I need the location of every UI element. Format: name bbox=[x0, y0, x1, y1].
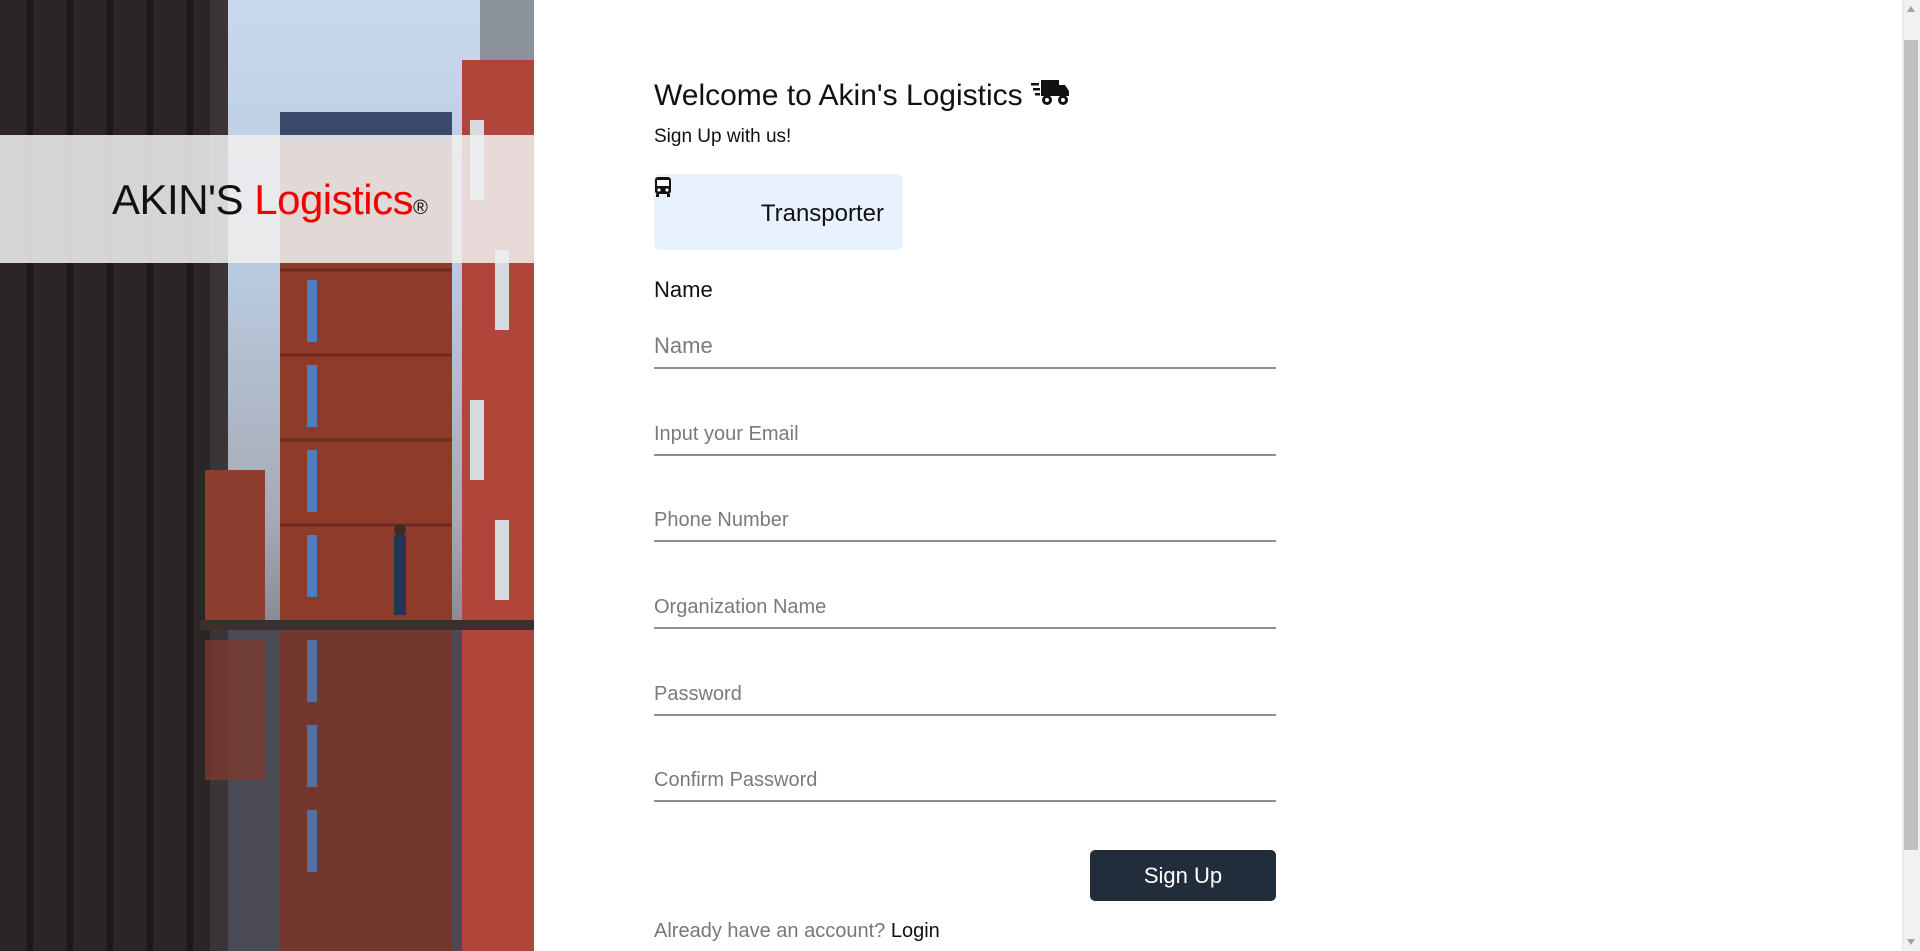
brand-logo: AKIN'S Logistics® bbox=[112, 176, 428, 224]
page-title: Welcome to Akin's Logistics bbox=[654, 76, 1071, 116]
phone-input[interactable] bbox=[654, 509, 1276, 540]
login-prompt-text: Already have an account? bbox=[654, 920, 891, 942]
brand-name: AKIN'S bbox=[112, 176, 255, 223]
truck-fast-icon bbox=[1030, 76, 1071, 116]
login-link[interactable]: Login bbox=[891, 920, 940, 942]
page-subtitle: Sign Up with us! bbox=[654, 126, 792, 147]
organization-field bbox=[654, 596, 1276, 629]
signup-page: AKIN'S Logistics® Welcome to Akin's Logi… bbox=[0, 0, 1920, 951]
email-input[interactable] bbox=[654, 423, 1276, 454]
confirm-password-field bbox=[654, 769, 1276, 802]
role-option-transporter[interactable]: Transporter bbox=[654, 174, 903, 250]
scroll-down-arrow-icon[interactable] bbox=[1902, 933, 1920, 951]
name-input[interactable] bbox=[654, 333, 1276, 367]
registered-mark: ® bbox=[413, 197, 428, 219]
bus-icon bbox=[654, 176, 672, 203]
vertical-scrollbar[interactable] bbox=[1902, 0, 1920, 951]
hero-image-panel: AKIN'S Logistics® bbox=[0, 0, 534, 951]
page-title-text: Welcome to Akin's Logistics bbox=[654, 79, 1023, 112]
name-label: Name bbox=[654, 277, 713, 302]
login-prompt: Already have an account? Login bbox=[654, 920, 940, 943]
scroll-up-arrow-icon[interactable] bbox=[1902, 0, 1920, 18]
phone-field bbox=[654, 509, 1276, 542]
brand-accent: Logistics bbox=[254, 176, 414, 223]
email-field bbox=[654, 423, 1276, 456]
confirm-password-input[interactable] bbox=[654, 769, 1276, 800]
password-input[interactable] bbox=[654, 683, 1276, 714]
organization-input[interactable] bbox=[654, 596, 1276, 627]
name-field bbox=[654, 333, 1276, 369]
role-label: Transporter bbox=[760, 200, 884, 227]
sign-up-button[interactable]: Sign Up bbox=[1090, 850, 1276, 901]
password-field bbox=[654, 683, 1276, 716]
scrollbar-thumb[interactable] bbox=[1904, 40, 1918, 850]
